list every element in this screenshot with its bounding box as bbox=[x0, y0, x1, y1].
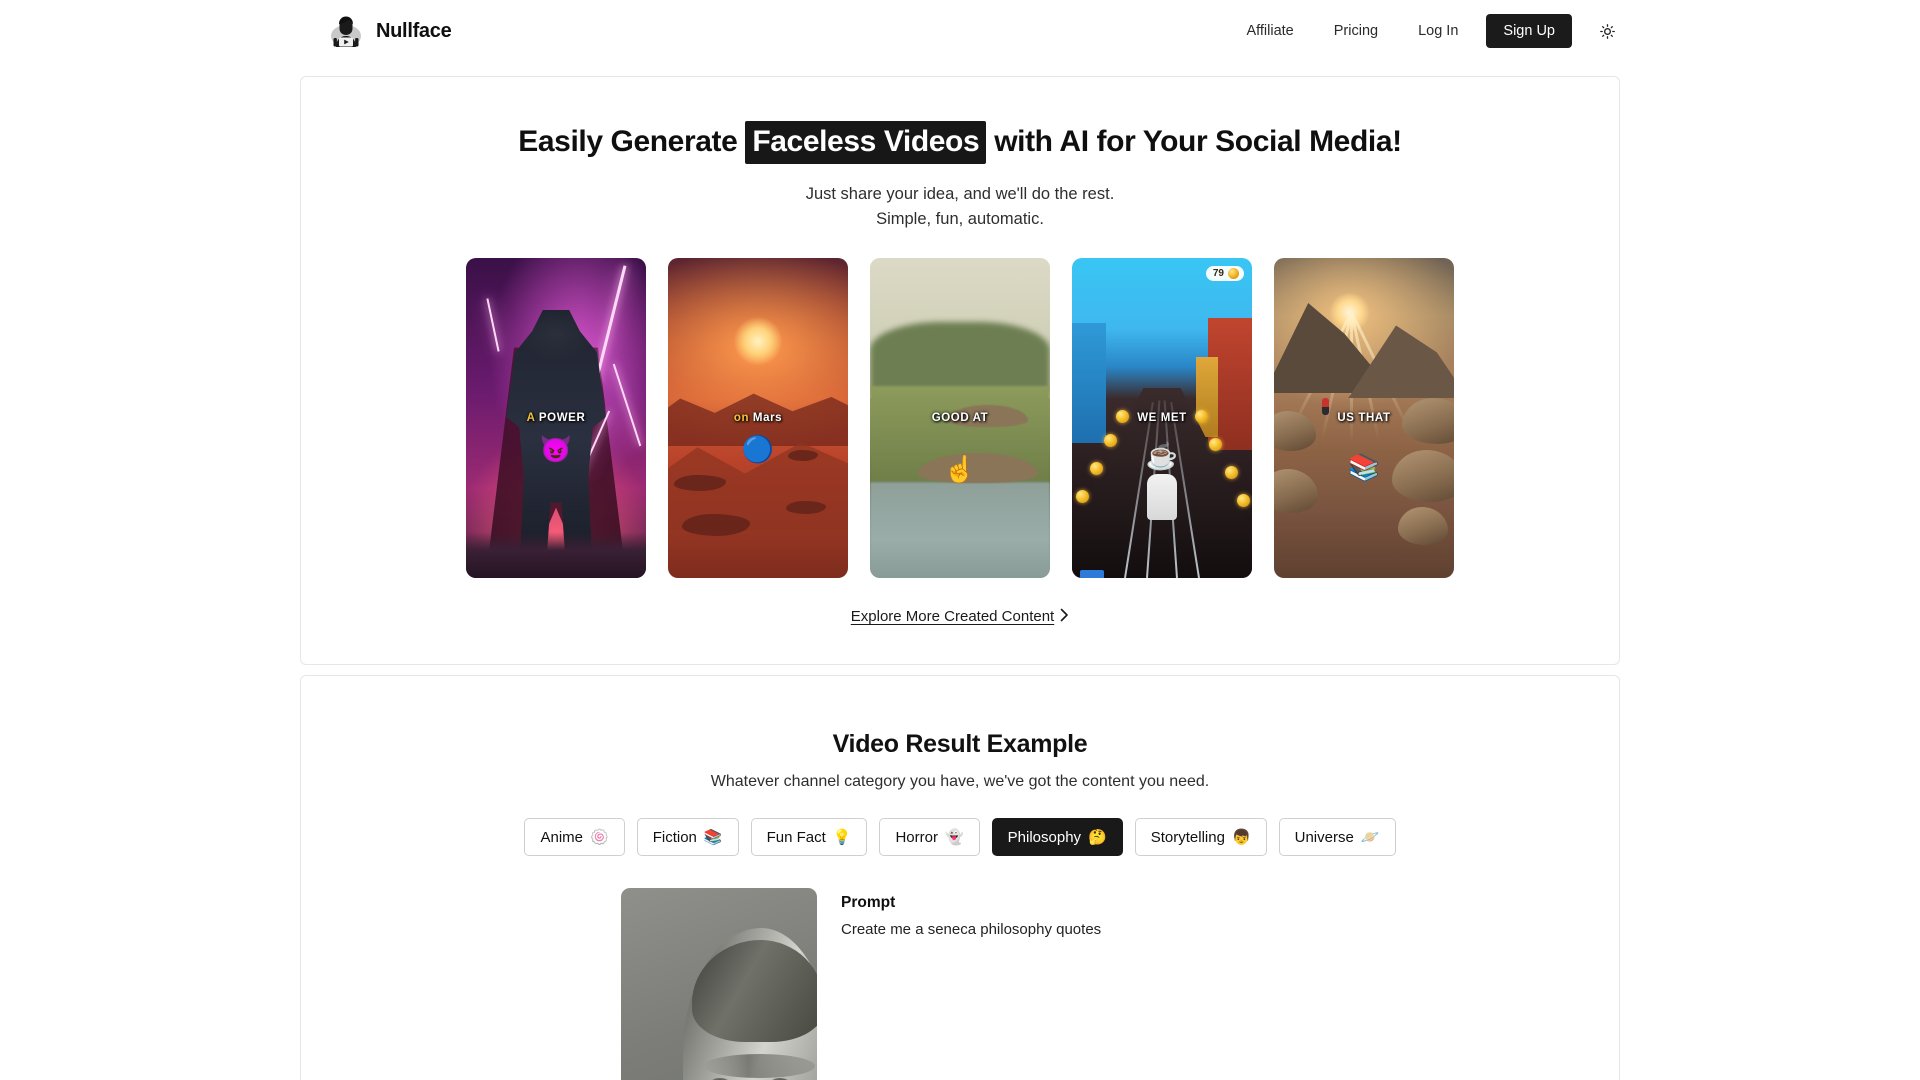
treeline-band bbox=[870, 321, 1050, 393]
prompt-column: Prompt Create me a seneca philosophy quo… bbox=[841, 888, 1101, 1080]
hero-title-part2: with AI for Your Social Media! bbox=[994, 125, 1402, 158]
nav-link-pricing[interactable]: Pricing bbox=[1314, 15, 1398, 47]
thinking-face-emoji-icon: 🤔 bbox=[1088, 829, 1107, 847]
coin-counter-badge: 79 bbox=[1205, 265, 1244, 281]
category-chip-storytelling[interactable]: Storytelling 👦 bbox=[1134, 818, 1267, 857]
video-preview[interactable]: EVER HEARD bbox=[621, 888, 817, 1080]
category-chip-label: Fiction bbox=[652, 828, 697, 846]
video-result-example-section: Video Result Example Whatever channel ca… bbox=[300, 675, 1620, 1080]
thumbnail-mountain[interactable]: US THAT 📚 bbox=[1274, 257, 1454, 578]
hero-subtitle-line1: Just share your idea, and we'll do the r… bbox=[805, 184, 1115, 203]
hero-subtitle-line2: Simple, fun, automatic. bbox=[876, 209, 1044, 228]
hero-subtitle: Just share your idea, and we'll do the r… bbox=[341, 182, 1579, 232]
thumbnail-nature[interactable]: GOOD AT ☝️ bbox=[870, 257, 1050, 578]
ringed-planet-emoji-icon: 🪐 bbox=[1360, 829, 1380, 847]
category-chip-label: Anime bbox=[540, 828, 584, 846]
explore-more-link[interactable]: Explore More Created Content bbox=[851, 608, 1069, 626]
rubble-foreground bbox=[466, 531, 646, 578]
brand-logo-link[interactable]: Nullface bbox=[328, 13, 452, 49]
explore-more-wrapper: Explore More Created Content bbox=[341, 608, 1579, 627]
site-header: Nullface Affiliate Pricing Log In Sign U… bbox=[0, 0, 1920, 62]
marble-bust-image bbox=[682, 928, 817, 1080]
section-subtitle: Whatever channel category you have, we'v… bbox=[710, 773, 1210, 791]
thumbnail-emoji: 😈 bbox=[539, 433, 573, 464]
water-band bbox=[870, 481, 1050, 578]
sign-up-button[interactable]: Sign Up bbox=[1486, 14, 1572, 48]
category-chip-fiction[interactable]: Fiction 📚 bbox=[636, 818, 739, 857]
thumbnail-caption: US THAT bbox=[1274, 412, 1454, 424]
coin-count: 79 bbox=[1212, 267, 1224, 279]
boy-emoji-icon: 👦 bbox=[1231, 829, 1251, 847]
nav-link-log-in[interactable]: Log In bbox=[1398, 15, 1478, 47]
thumbnail-emoji: ☝️ bbox=[943, 453, 977, 484]
prompt-label: Prompt bbox=[841, 894, 896, 912]
caption-word: POWER bbox=[538, 411, 586, 424]
caption-accent-word: on bbox=[733, 411, 750, 424]
explore-more-label: Explore More Created Content bbox=[850, 608, 1055, 626]
hero-title-part1: Easily Generate bbox=[518, 125, 738, 158]
category-chip-fun-fact[interactable]: Fun Fact 💡 bbox=[750, 818, 868, 857]
thumbnail-superhero[interactable]: A POWER 😈 bbox=[466, 257, 646, 578]
caption-word: GOOD AT bbox=[931, 411, 989, 424]
brand-name: Nullface bbox=[376, 19, 452, 42]
bust-hair-shape bbox=[691, 940, 817, 1043]
thumbnail-gallery: A POWER 😈 on Mars 🔵 GOOD AT ☝️ 79 WE MET… bbox=[341, 257, 1579, 578]
chevron-right-icon bbox=[1060, 608, 1069, 626]
coin-icon bbox=[1228, 267, 1239, 279]
category-chip-label: Universe bbox=[1294, 828, 1354, 846]
thumbnail-mars[interactable]: on Mars 🔵 bbox=[668, 257, 848, 578]
thumbnail-emoji: 📚 bbox=[1347, 451, 1381, 482]
anime-emoji-icon: 🍥 bbox=[590, 829, 609, 847]
section-title: Video Result Example bbox=[832, 730, 1088, 759]
category-chip-horror[interactable]: Horror 👻 bbox=[879, 818, 980, 857]
page-title: Easily Generate Faceless Videos with AI … bbox=[341, 121, 1579, 164]
lightbulb-emoji-icon: 💡 bbox=[832, 829, 852, 847]
thumbnail-game[interactable]: 79 WE MET ☕ bbox=[1072, 257, 1252, 578]
caption-accent-word: A bbox=[526, 411, 536, 424]
books-emoji-icon: 📚 bbox=[703, 829, 723, 847]
category-chip-label: Philosophy bbox=[1007, 828, 1082, 846]
thumbnail-emoji: 🔵 bbox=[741, 433, 775, 464]
bust-brow-shape bbox=[703, 1054, 815, 1079]
thumbnail-caption: A POWER bbox=[466, 412, 646, 424]
caption-word: US THAT bbox=[1337, 411, 1391, 424]
caption-word: WE MET bbox=[1137, 411, 1187, 424]
faceless-person-play-logo-icon bbox=[328, 13, 364, 49]
sun-icon[interactable] bbox=[1594, 18, 1620, 44]
prompt-text: Create me a seneca philosophy quotes bbox=[841, 921, 1102, 939]
category-chip-label: Fun Fact bbox=[766, 828, 826, 846]
thumbnail-caption: GOOD AT bbox=[870, 412, 1050, 424]
category-chip-label: Storytelling bbox=[1150, 828, 1225, 846]
thumbnail-emoji: ☕ bbox=[1145, 440, 1179, 471]
caption-word: Mars bbox=[752, 411, 783, 424]
category-chip-label: Horror bbox=[895, 828, 938, 846]
ghost-emoji-icon: 👻 bbox=[944, 829, 964, 847]
category-chip-group: Anime 🍥 Fiction 📚 Fun Fact 💡 Horror 👻 Ph… bbox=[341, 818, 1579, 857]
category-chip-universe[interactable]: Universe 🪐 bbox=[1278, 818, 1396, 857]
nav-link-affiliate[interactable]: Affiliate bbox=[1226, 15, 1313, 47]
hero-title-highlight: Faceless Videos bbox=[745, 121, 987, 164]
hud-bar bbox=[1080, 569, 1104, 578]
thumbnail-caption: on Mars bbox=[668, 412, 848, 424]
result-preview-row: EVER HEARD Prompt Create me a seneca phi… bbox=[341, 888, 1579, 1080]
runner-character bbox=[1147, 474, 1177, 521]
category-chip-anime[interactable]: Anime 🍥 bbox=[524, 818, 625, 857]
thumbnail-caption: WE MET bbox=[1072, 412, 1252, 424]
category-chip-philosophy[interactable]: Philosophy 🤔 bbox=[991, 818, 1123, 857]
hero-section: Easily Generate Faceless Videos with AI … bbox=[300, 76, 1620, 666]
main-navigation: Affiliate Pricing Log In Sign Up bbox=[1226, 14, 1620, 48]
